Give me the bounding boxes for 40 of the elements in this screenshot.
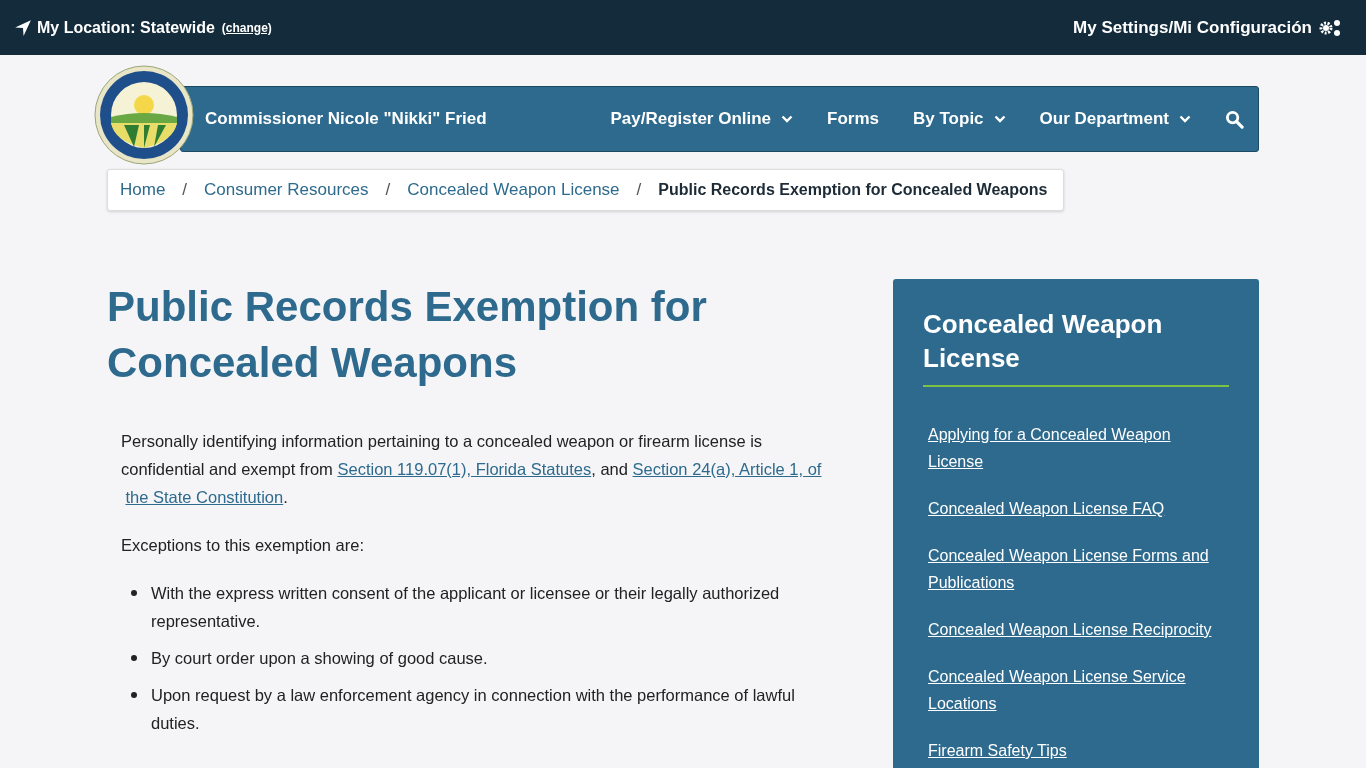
sidebar-link[interactable]: Concealed Weapon License FAQ — [928, 495, 1229, 522]
breadcrumb-separator: / — [636, 180, 642, 200]
bullet-icon — [131, 655, 137, 661]
statute-link[interactable]: Section 119.07(1), Florida Statutes — [337, 460, 592, 478]
sidebar-link[interactable]: Concealed Weapon License Forms and Publications — [928, 542, 1229, 596]
sidebar-link[interactable]: Concealed Weapon License Service Locations — [928, 663, 1229, 717]
settings-link[interactable]: My Settings/Mi Configuración — [1073, 17, 1342, 38]
breadcrumb-link[interactable]: Home — [120, 180, 166, 200]
chevron-down-icon — [781, 115, 794, 123]
location-arrow-icon — [14, 18, 32, 37]
sidebar-link[interactable]: Concealed Weapon License Reciprocity — [928, 616, 1229, 643]
statute-link[interactable]: Section 24(a), Article 1, of — [632, 460, 822, 478]
sidebar-title: Concealed Weapon License — [923, 308, 1164, 375]
breadcrumb-link[interactable]: Consumer Resources — [204, 180, 369, 200]
sidebar-link[interactable]: Firearm Safety Tips — [928, 737, 1229, 764]
seal-logo[interactable] — [94, 65, 194, 165]
chevron-down-icon — [993, 115, 1006, 123]
breadcrumb-link[interactable]: Public Records Exemption for Concealed Weapons — [658, 181, 1048, 199]
nav-item[interactable]: Pay/Register Online — [610, 109, 794, 129]
bullet-icon — [131, 590, 137, 596]
intro-paragraph: Personally identifying information pertaining to a concealed weapon or firearm license is confidential and exempt from Section 119.07(1), Florida Statutes, and Section 24(a), Article 1, of the State Constitution. — [121, 431, 823, 508]
sidebar-link[interactable]: Applying for a Concealed Weapon License — [928, 421, 1229, 475]
list-item-text: By court order upon a showing of good cause. — [151, 648, 488, 669]
nav-item[interactable]: By Topic — [913, 109, 1006, 129]
breadcrumb-separator: / — [385, 180, 391, 200]
nav-item[interactable]: Our Department — [1039, 109, 1191, 129]
chevron-down-icon — [1179, 115, 1191, 123]
breadcrumb-link[interactable]: Concealed Weapon License — [407, 180, 620, 200]
search-icon[interactable] — [1225, 109, 1244, 129]
breadcrumb-separator: / — [182, 180, 188, 200]
change-link[interactable]: (change) — [221, 20, 272, 35]
statute-link[interactable]: the State Constitution — [125, 488, 284, 506]
page-title: Public Records Exemption for Concealed Weapons — [107, 282, 708, 388]
exceptions-intro: Exceptions to this exemption are: — [121, 535, 366, 556]
location-label: My Location: Statewide — [37, 18, 215, 37]
nav-item[interactable]: Forms — [827, 109, 880, 129]
list-item-text: With the express written consent of the applicant or licensee or their legally authorized representative. — [151, 583, 781, 632]
list-item-text: Upon request by a law enforcement agency in connection with the performance of lawful duties. — [151, 685, 796, 734]
bullet-icon — [131, 692, 137, 698]
site-title[interactable]: Commissioner Nicole "Nikki" Fried — [205, 109, 487, 129]
